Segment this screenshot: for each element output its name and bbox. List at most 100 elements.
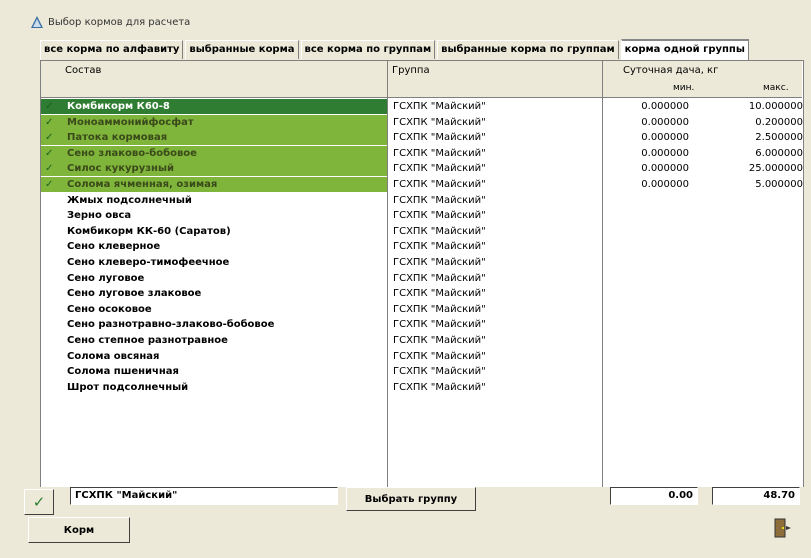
tab-selected-feeds[interactable]: выбранные корма	[185, 40, 299, 59]
row-name: Солома пшеничная	[67, 366, 179, 378]
feeds-table: Состав Группа Суточная дача, кг мин. мак…	[40, 60, 804, 489]
row-name: Моноаммонийфосфат	[67, 116, 194, 128]
table-row[interactable]: ✓ Патока кормовая ГСХПК "Майский" 0.000000 2…	[41, 130, 803, 146]
row-max: 2.500000	[755, 132, 803, 144]
row-name: Комбикорм К60-8	[67, 101, 170, 112]
row-name: Сено клеверное	[67, 241, 161, 253]
tab-all-alphabetical[interactable]: все корма по алфавиту	[40, 40, 184, 59]
row-group: ГСХПК "Майский"	[393, 381, 486, 393]
row-group: ГСХПК "Майский"	[393, 288, 486, 300]
row-name: Сено разнотравно-злаково-бобовое	[67, 319, 275, 331]
choose-group-button[interactable]: Выбрать группу	[346, 487, 476, 511]
row-group: ГСХПК "Майский"	[393, 163, 486, 175]
row-min: 0.000000	[641, 179, 689, 190]
window-title: Выбор кормов для расчета	[48, 16, 191, 28]
row-name: Сено злаково-бобовое	[67, 147, 197, 159]
row-group: ГСХПК "Майский"	[393, 366, 486, 378]
checkmark-icon: ✓	[45, 163, 54, 175]
row-name: Жмых подсолнечный	[67, 194, 192, 206]
table-row[interactable]: Сено клеверо-тимофеечное ГСХПК "Майский"	[41, 255, 601, 270]
tab-one-group[interactable]: корма одной группы	[620, 39, 749, 61]
row-name: Патока кормовая	[67, 132, 168, 144]
row-group: ГСХПК "Майский"	[393, 132, 486, 144]
table-row[interactable]: Солома пшеничная ГСХПК "Майский"	[41, 364, 601, 379]
row-min: 0.000000	[641, 116, 689, 128]
tab-strip: все корма по алфавиту выбранные корма вс…	[40, 39, 751, 61]
group-field[interactable]: ГСХПК "Майский"	[70, 487, 338, 505]
row-name: Зерно овса	[67, 210, 132, 222]
row-group: ГСХПК "Майский"	[393, 225, 486, 237]
row-max: 0.200000	[755, 116, 803, 128]
row-group: ГСХПК "Майский"	[393, 303, 486, 315]
row-min: 0.000000	[641, 101, 689, 112]
row-max: 6.000000	[755, 147, 803, 159]
tab-selected-by-group[interactable]: выбранные корма по группам	[437, 40, 619, 59]
header-min-label: мин.	[673, 83, 695, 93]
checkmark-icon: ✓	[45, 116, 54, 128]
table-row[interactable]: Жмых подсолнечный ГСХПК "Майский"	[41, 193, 601, 208]
row-group: ГСХПК "Майский"	[393, 210, 486, 222]
row-name: Солома ячменная, озимая	[67, 179, 218, 190]
row-name: Солома овсяная	[67, 350, 160, 362]
header-group[interactable]: Группа	[388, 61, 603, 98]
row-name: Шрот подсолнечный	[67, 381, 189, 393]
checkmark-icon: ✓	[45, 147, 54, 159]
row-group: ГСХПК "Майский"	[393, 101, 486, 112]
row-min: 0.000000	[641, 147, 689, 159]
row-group: ГСХПК "Майский"	[393, 241, 486, 253]
row-name: Сено луговое	[67, 272, 145, 284]
row-name: Силос кукурузный	[67, 163, 175, 175]
row-group: ГСХПК "Майский"	[393, 272, 486, 284]
row-name: Сено степное разнотравное	[67, 335, 228, 346]
row-max: 25.000000	[748, 163, 803, 175]
header-composition[interactable]: Состав	[41, 61, 388, 98]
row-name: Сено клеверо-тимофеечное	[67, 257, 230, 268]
total-max-field: 48.70	[712, 487, 800, 505]
table-row[interactable]: ✓ Сено злаково-бобовое ГСХПК "Майский" 0.00…	[41, 145, 803, 161]
table-row[interactable]: Солома овсяная ГСХПК "Майский"	[41, 349, 601, 364]
table-row[interactable]: ✓ Силос кукурузный ГСХПК "Майский" 0.000000…	[41, 161, 803, 177]
table-row[interactable]: Шрот подсолнечный ГСХПК "Майский"	[41, 380, 601, 395]
row-name: Комбикорм КК-60 (Саратов)	[67, 225, 231, 237]
feed-selection-window: Выбор кормов для расчета все корма по ал…	[0, 0, 811, 558]
tab-all-by-group[interactable]: все корма по группам	[300, 40, 436, 59]
header-daily-ration: Суточная дача, кг мин. макс.	[603, 61, 802, 98]
checkmark-icon: ✓	[32, 493, 46, 511]
table-row[interactable]: ✓ Комбикорм К60-8 ГСХПК "Майский" 0.000000 1…	[41, 99, 803, 114]
table-row[interactable]: ✓ Моноаммонийфосфат ГСХПК "Майский" 0.00000…	[41, 114, 803, 130]
feed-button[interactable]: Корм	[28, 517, 130, 543]
total-min-field: 0.00	[610, 487, 698, 505]
row-group: ГСХПК "Майский"	[393, 257, 486, 268]
row-max: 5.000000	[755, 179, 803, 190]
row-min: 0.000000	[641, 132, 689, 144]
header-max-label: макс.	[763, 83, 789, 93]
checkmark-icon: ✓	[45, 132, 54, 144]
app-icon	[31, 16, 43, 28]
table-row[interactable]: Сено луговое злаковое ГСХПК "Майский"	[41, 286, 601, 301]
header-group-label: Группа	[392, 65, 430, 76]
table-row[interactable]: Сено разнотравно-злаково-бобовое ГСХПК "М…	[41, 317, 601, 332]
row-group: ГСХПК "Майский"	[393, 179, 486, 190]
row-group: ГСХПК "Майский"	[393, 319, 486, 331]
checkmark-icon: ✓	[45, 179, 54, 190]
table-row[interactable]: Сено луговое ГСХПК "Майский"	[41, 271, 601, 286]
table-row[interactable]: ✓ Солома ячменная, озимая ГСХПК "Майский" 0…	[41, 177, 803, 192]
table-row[interactable]: Сено клеверное ГСХПК "Майский"	[41, 239, 601, 254]
row-group: ГСХПК "Майский"	[393, 335, 486, 346]
table-row[interactable]: Сено осоковое ГСХПК "Майский"	[41, 302, 601, 317]
header-daily-label: Суточная дача, кг	[623, 65, 719, 76]
row-name: Сено осоковое	[67, 303, 152, 315]
table-row[interactable]: Сено степное разнотравное ГСХПК "Майский"	[41, 333, 601, 348]
row-max: 10.000000	[748, 101, 803, 112]
row-group: ГСХПК "Майский"	[393, 194, 486, 206]
header-composition-label: Состав	[65, 65, 102, 76]
title-bar: Выбор кормов для расчета	[30, 14, 190, 30]
row-name: Сено луговое злаковое	[67, 288, 202, 300]
confirm-button[interactable]: ✓	[24, 489, 54, 515]
row-group: ГСХПК "Майский"	[393, 116, 486, 128]
table-row[interactable]: Комбикорм КК-60 (Саратов) ГСХПК "Майский"	[41, 224, 601, 239]
table-row[interactable]: Зерно овса ГСХПК "Майский"	[41, 208, 601, 223]
bottom-bar: ✓ ГСХПК "Майский" Выбрать группу 0.00 48…	[0, 487, 811, 558]
exit-door-icon[interactable]	[772, 517, 794, 539]
row-min: 0.000000	[641, 163, 689, 175]
